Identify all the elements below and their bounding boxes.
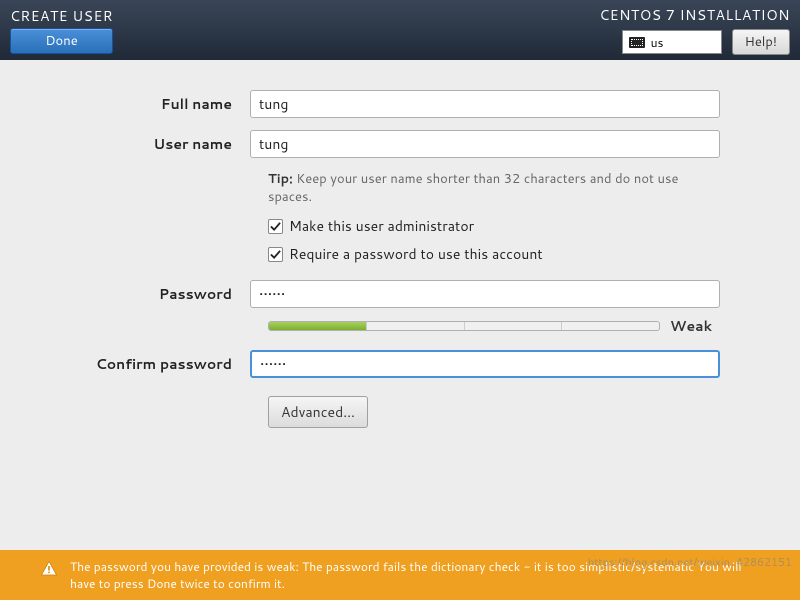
confirm-password-label: Confirm password xyxy=(80,354,250,374)
username-input[interactable] xyxy=(250,130,720,158)
password-input[interactable] xyxy=(250,280,720,308)
strength-segment xyxy=(562,322,659,330)
tip-text: Keep your user name shorter than 32 char… xyxy=(268,170,678,206)
warning-text: The password you have provided is weak: … xyxy=(70,558,760,592)
strength-segment xyxy=(465,322,563,330)
admin-checkbox-label: Make this user administrator xyxy=(289,216,474,236)
install-title: CENTOS 7 INSTALLATION xyxy=(599,5,790,25)
advanced-button[interactable]: Advanced... xyxy=(268,396,368,428)
warning-icon xyxy=(40,560,58,578)
password-label: Password xyxy=(80,284,250,304)
done-button[interactable]: Done xyxy=(10,28,113,54)
admin-checkbox[interactable] xyxy=(268,219,283,234)
keyboard-layout-label: us xyxy=(651,34,664,51)
fullname-label: Full name xyxy=(80,94,250,114)
keyboard-icon xyxy=(629,37,645,48)
checkmark-icon xyxy=(270,249,281,260)
help-button[interactable]: Help! xyxy=(732,29,790,55)
keyboard-layout-selector[interactable]: us xyxy=(622,30,722,54)
tip-prefix: Tip: xyxy=(268,170,293,188)
require-password-checkbox[interactable] xyxy=(268,247,283,262)
username-label: User name xyxy=(80,134,250,154)
strength-label: Weak xyxy=(670,316,720,336)
confirm-password-input[interactable] xyxy=(250,350,720,378)
page-title: CREATE USER xyxy=(10,6,113,26)
require-password-checkbox-label: Require a password to use this account xyxy=(289,244,543,264)
warning-footer: The password you have provided is weak: … xyxy=(0,550,800,600)
strength-segment xyxy=(367,322,465,330)
form-area: Full name User name Tip: Keep your user … xyxy=(0,60,800,428)
strength-segment xyxy=(269,322,367,330)
top-bar: CREATE USER Done CENTOS 7 INSTALLATION u… xyxy=(0,0,800,60)
fullname-input[interactable] xyxy=(250,90,720,118)
checkmark-icon xyxy=(270,221,281,232)
password-strength-meter xyxy=(268,321,660,331)
username-tip: Tip: Keep your user name shorter than 32… xyxy=(268,170,720,206)
